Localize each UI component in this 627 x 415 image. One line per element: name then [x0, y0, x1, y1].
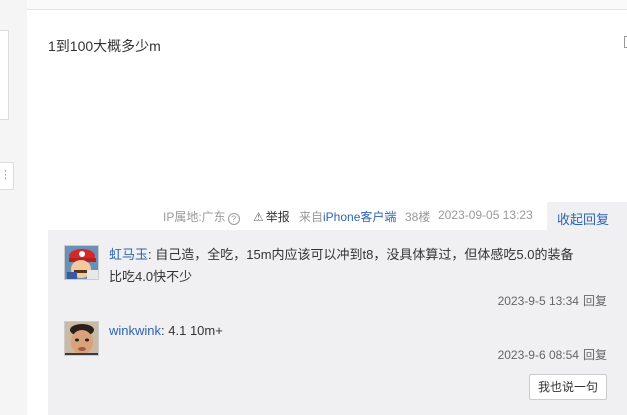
handle-icon: ⋮	[0, 169, 11, 181]
reply-time: 2023-9-5 13:34	[497, 294, 579, 308]
top-divider	[27, 0, 627, 10]
post-floor: 1到100大概多少m IP属地:广东? ⚠ 举报 来自iPhone客户端 38楼 …	[27, 0, 627, 415]
reply-text-line1: 自己造，全吃，15m内应该可以冲到t8，没具体算过，但体感吃5.0的装备	[155, 247, 574, 262]
post-meta: IP属地:广东? ⚠ 举报 来自iPhone客户端 38楼 2023-09-05 …	[27, 208, 627, 225]
report-label: 举报	[265, 210, 290, 224]
reply-button[interactable]: 回复	[583, 348, 607, 362]
left-panel-edge	[0, 30, 9, 120]
reply-text-line1: 4.1 10m+	[168, 323, 223, 338]
reply-meta: 2023-9-6 08:54 回复	[498, 346, 607, 363]
collapse-replies-tab[interactable]: 收起回复	[547, 202, 627, 230]
reply-text-line2: 比吃4.0快不少	[109, 269, 193, 284]
help-icon[interactable]: ?	[227, 213, 240, 225]
post-datetime: 2023-09-05 13:23	[438, 208, 533, 222]
reply-username[interactable]: 虹马玉	[109, 247, 148, 262]
reply-username[interactable]: winkwink	[109, 323, 161, 338]
collapse-replies-label: 收起回复	[557, 212, 610, 227]
source-device-link[interactable]: iPhone客户端	[323, 210, 396, 224]
avatar-mario-icon[interactable]	[64, 245, 99, 280]
reply-content: 虹马玉: 自己造，全吃，15m内应该可以冲到t8，没具体算过，但体感吃5.0的装…	[109, 244, 609, 288]
reply-separator: :	[161, 323, 165, 338]
warning-triangle-icon: ⚠	[253, 210, 264, 224]
reply-separator: :	[148, 247, 152, 262]
say-something-button[interactable]: 我也说一句	[529, 374, 607, 400]
reply-button[interactable]: 回复	[583, 294, 607, 308]
ip-location-text: IP属地:广东	[163, 210, 226, 224]
reply-list: 虹马玉: 自己造，全吃，15m内应该可以冲到t8，没具体算过，但体感吃5.0的装…	[48, 230, 627, 415]
post-content: 1到100大概多少m	[48, 38, 161, 54]
avatar-face-icon[interactable]	[64, 321, 99, 356]
left-panel-handle[interactable]: ⋮	[0, 162, 14, 190]
ip-location: IP属地:广东?	[163, 208, 240, 225]
reply-content: winkwink: 4.1 10m+	[109, 320, 609, 342]
reply-meta: 2023-9-5 13:34 回复	[498, 292, 607, 309]
floor-number: 38楼	[405, 210, 431, 224]
source: 来自iPhone客户端	[299, 208, 396, 225]
reply-time: 2023-9-6 08:54	[497, 348, 579, 362]
report-link[interactable]: ⚠ 举报	[253, 208, 290, 225]
source-prefix: 来自	[299, 210, 324, 224]
